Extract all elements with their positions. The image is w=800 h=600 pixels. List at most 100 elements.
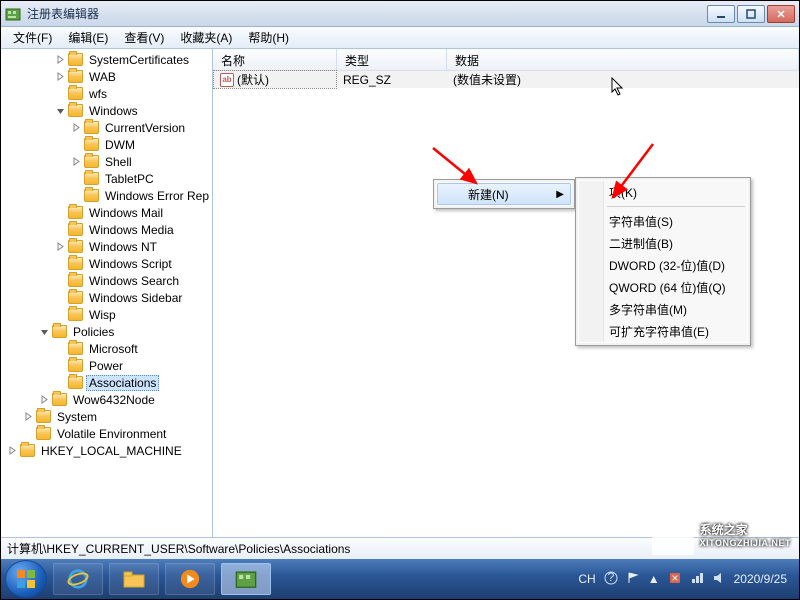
tree-label: Shell xyxy=(102,155,135,169)
tray-date[interactable]: 2020/9/25 xyxy=(734,572,787,586)
context-item[interactable]: 多字符串值(M) xyxy=(579,298,747,320)
expand-icon[interactable] xyxy=(55,241,66,252)
menu-favorites[interactable]: 收藏夹(A) xyxy=(172,26,240,49)
close-button[interactable] xyxy=(767,5,795,23)
expand-icon[interactable] xyxy=(23,411,34,422)
taskbar: CH ? ▲ × 2020/9/25 xyxy=(1,559,799,599)
context-item[interactable]: 字符串值(S) xyxy=(579,210,747,232)
tree-label: Volatile Environment xyxy=(54,427,169,441)
tree-node[interactable]: Windows Search xyxy=(1,272,212,289)
tree-node[interactable]: WAB xyxy=(1,68,212,85)
system-tray: CH ? ▲ × 2020/9/25 xyxy=(578,571,795,588)
tray-ime[interactable]: CH xyxy=(578,572,595,586)
expand-icon[interactable] xyxy=(39,394,50,405)
tray-volume-icon[interactable] xyxy=(712,571,726,588)
tree-node[interactable]: CurrentVersion xyxy=(1,119,212,136)
tree-node[interactable]: DWM xyxy=(1,136,212,153)
folder-icon xyxy=(84,189,99,202)
tree-node[interactable]: Wisp xyxy=(1,306,212,323)
tree-label: HKEY_LOCAL_MACHINE xyxy=(38,444,185,458)
taskbar-item-ie[interactable] xyxy=(53,563,103,595)
tree-node[interactable]: Windows Mail xyxy=(1,204,212,221)
tree-node[interactable]: Windows NT xyxy=(1,238,212,255)
expand-icon[interactable] xyxy=(7,445,18,456)
tray-help-icon[interactable]: ? xyxy=(604,571,618,588)
list-row[interactable]: ab(默认)REG_SZ(数值未设置) xyxy=(213,71,799,88)
maximize-button[interactable] xyxy=(737,5,765,23)
context-item[interactable]: 项(K) xyxy=(579,181,747,203)
folder-icon xyxy=(68,359,83,372)
tree-node[interactable]: HKEY_LOCAL_MACHINE xyxy=(1,442,212,459)
folder-icon xyxy=(84,138,99,151)
tray-flag-icon[interactable] xyxy=(626,571,640,588)
taskbar-item-wmp[interactable] xyxy=(165,563,215,595)
tree-node[interactable]: System xyxy=(1,408,212,425)
menu-view[interactable]: 查看(V) xyxy=(116,26,172,49)
folder-icon xyxy=(68,104,83,117)
folder-icon xyxy=(68,240,83,253)
tree-node[interactable]: TabletPC xyxy=(1,170,212,187)
tree-node[interactable]: Windows xyxy=(1,102,212,119)
collapse-icon[interactable] xyxy=(55,105,66,116)
menu-file[interactable]: 文件(F) xyxy=(5,26,60,49)
column-data[interactable]: 数据 xyxy=(447,49,799,70)
tree-label: CurrentVersion xyxy=(102,121,188,135)
context-item[interactable]: DWORD (32-位)值(D) xyxy=(579,254,747,276)
tree-node[interactable]: Windows Script xyxy=(1,255,212,272)
context-item[interactable]: QWORD (64 位)值(Q) xyxy=(579,276,747,298)
tree-pane[interactable]: SystemCertificates WABwfsWindows CurrentVe… xyxy=(1,49,213,537)
tree-label: Power xyxy=(86,359,126,373)
tree-node[interactable]: Windows Error Rep xyxy=(1,187,212,204)
tree-node[interactable]: Policies xyxy=(1,323,212,340)
menu-help[interactable]: 帮助(H) xyxy=(240,26,297,49)
tree-node[interactable]: Wow6432Node xyxy=(1,391,212,408)
tree-label: Windows Search xyxy=(86,274,182,288)
tray-security-icon[interactable]: × xyxy=(668,571,682,588)
window-controls xyxy=(707,5,795,23)
app-icon xyxy=(5,6,21,22)
tree-node[interactable]: Shell xyxy=(1,153,212,170)
folder-icon xyxy=(36,427,51,440)
tree-node[interactable]: SystemCertificates xyxy=(1,51,212,68)
collapse-icon[interactable] xyxy=(39,326,50,337)
context-item-new[interactable]: 新建(N) ▶ xyxy=(437,183,571,205)
expand-icon[interactable] xyxy=(55,71,66,82)
tree-label: DWM xyxy=(102,138,138,152)
folder-icon xyxy=(68,53,83,66)
context-item[interactable]: 二进制值(B) xyxy=(579,232,747,254)
start-button[interactable] xyxy=(5,560,47,598)
context-item[interactable]: 可扩充字符串值(E) xyxy=(579,320,747,342)
taskbar-item-regedit[interactable] xyxy=(221,563,271,595)
tree-node[interactable]: wfs xyxy=(1,85,212,102)
taskbar-item-explorer[interactable] xyxy=(109,563,159,595)
tree-node[interactable]: Volatile Environment xyxy=(1,425,212,442)
watermark: 系统之家 XITONGZHIJIA.NET xyxy=(652,513,791,555)
window-title: 注册表编辑器 xyxy=(27,5,707,22)
status-path: 计算机\HKEY_CURRENT_USER\Software\Policies\… xyxy=(7,540,350,557)
folder-icon xyxy=(20,444,35,457)
tree-label: WAB xyxy=(86,70,119,84)
folder-icon xyxy=(68,223,83,236)
tree-node[interactable]: Microsoft xyxy=(1,340,212,357)
cell-type: REG_SZ xyxy=(337,73,447,87)
string-value-icon: ab xyxy=(220,73,234,87)
tree-label: Associations xyxy=(86,375,159,391)
expand-icon[interactable] xyxy=(71,156,82,167)
column-type[interactable]: 类型 xyxy=(337,49,447,70)
tray-chevron-icon[interactable]: ▲ xyxy=(648,572,660,586)
tree-label: Windows Script xyxy=(86,257,175,271)
list-pane[interactable]: 名称 类型 数据 ab(默认)REG_SZ(数值未设置) 新建(N) ▶ 项(K… xyxy=(213,49,799,537)
column-name[interactable]: 名称 xyxy=(213,49,337,70)
tree-label: Windows NT xyxy=(86,240,160,254)
tree-node[interactable]: Associations xyxy=(1,374,212,391)
minimize-button[interactable] xyxy=(707,5,735,23)
expand-icon[interactable] xyxy=(71,122,82,133)
tree-node[interactable]: Windows Sidebar xyxy=(1,289,212,306)
tree-node[interactable]: Power xyxy=(1,357,212,374)
tray-network-icon[interactable] xyxy=(690,571,704,588)
tree-node[interactable]: Windows Media xyxy=(1,221,212,238)
expand-icon[interactable] xyxy=(55,54,66,65)
tree-label: Windows Mail xyxy=(86,206,166,220)
menu-edit[interactable]: 编辑(E) xyxy=(60,26,116,49)
title-bar: 注册表编辑器 xyxy=(1,1,799,27)
